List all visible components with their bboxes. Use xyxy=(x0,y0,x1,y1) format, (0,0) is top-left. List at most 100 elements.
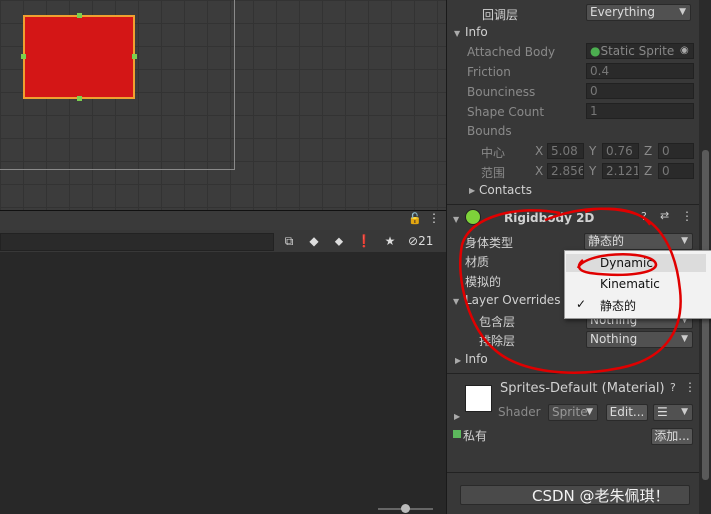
center-z-label: Z xyxy=(644,144,653,158)
component-divider xyxy=(447,472,699,473)
help-icon[interactable]: ? xyxy=(641,210,647,223)
material-title: Sprites-Default (Material) xyxy=(500,381,665,396)
center-y-label: Y xyxy=(589,144,597,158)
resize-handle-bottom[interactable] xyxy=(77,96,82,101)
extent-y-label: Y xyxy=(589,164,597,178)
chevron-down-icon: ▼ xyxy=(681,334,688,344)
checkbox-private[interactable] xyxy=(453,430,461,438)
object-picker-icon[interactable]: ◉ xyxy=(680,45,689,56)
layer-overrides-header[interactable]: Layer Overrides xyxy=(465,293,560,307)
body-type-dropdown[interactable]: 静态的 ▼ xyxy=(584,233,693,250)
friction-field: 0.4 xyxy=(586,63,694,79)
foldout-expanded-icon[interactable]: ▼ xyxy=(453,215,459,224)
center-x-label: X xyxy=(535,144,544,158)
help-icon[interactable]: ? xyxy=(670,381,676,394)
popup-item-kinematic[interactable]: Kinematic xyxy=(600,277,660,291)
kebab-menu-icon[interactable]: ⋮ xyxy=(428,211,440,225)
favorite-star-icon[interactable]: ★ xyxy=(381,232,399,250)
checkmark-icon: ✓ xyxy=(576,297,587,311)
search-filter-icon[interactable]: ⧉ xyxy=(280,232,298,250)
callback-layers-value: Everything xyxy=(590,5,655,19)
search-input[interactable] xyxy=(0,233,274,251)
foldout-collapsed-icon[interactable]: ▶ xyxy=(454,412,460,421)
camera-bound-horizontal xyxy=(0,169,234,170)
friction-label: Friction xyxy=(467,65,511,79)
center-z-field: 0 xyxy=(658,143,694,159)
foldout-expanded-icon[interactable]: ▼ xyxy=(453,297,459,306)
warning-icon[interactable]: ❗ xyxy=(355,232,373,250)
camera-bound-vertical xyxy=(234,0,235,170)
foldout-collapsed-icon[interactable]: ▶ xyxy=(469,186,475,195)
chevron-down-icon: ▼ xyxy=(586,407,593,417)
shader-options-dropdown[interactable]: ☰ ▼ xyxy=(653,404,693,421)
rigidbody-icon: ● xyxy=(590,44,601,58)
extent-z-label: Z xyxy=(644,164,653,178)
type-filter-icon[interactable]: ◆ xyxy=(305,232,323,250)
contacts-foldout[interactable]: Contacts xyxy=(479,183,532,197)
include-layers-label: 包含层 xyxy=(479,315,516,329)
callback-layers-dropdown[interactable]: Everything ▼ xyxy=(586,4,691,21)
label-filter-icon[interactable]: ⬥ xyxy=(330,232,348,250)
popup-item-dynamic[interactable]: Dynamic xyxy=(600,256,653,270)
shape-count-field: 1 xyxy=(586,103,694,119)
shape-count-label: Shape Count xyxy=(467,105,545,119)
simulated-label: 模拟的 xyxy=(465,275,502,289)
extent-x-label: X xyxy=(535,164,544,178)
material-preview-thumbnail xyxy=(465,385,492,412)
info-header[interactable]: Info xyxy=(465,25,488,39)
bounds-label: Bounds xyxy=(467,124,512,138)
edit-shader-button[interactable]: Edit... xyxy=(606,404,648,421)
foldout-expanded-icon[interactable]: ▼ xyxy=(454,29,460,38)
chevron-down-icon: ▼ xyxy=(681,407,688,417)
zoom-slider-knob[interactable] xyxy=(401,504,410,513)
component-divider xyxy=(447,204,699,205)
hidden-count-badge[interactable]: ⊘21 xyxy=(408,232,433,250)
center-y-field: 0.76 xyxy=(602,143,639,159)
watermark-text: CSDN @老朱佩琪！ xyxy=(532,487,670,505)
shader-dropdown[interactable]: Sprite ▼ xyxy=(548,404,598,421)
body-type-label: 身体类型 xyxy=(465,236,514,250)
bounds-extent-label: 范围 xyxy=(481,166,506,180)
extent-y-field: 2.121 xyxy=(602,163,639,179)
component-menu-icon[interactable]: ⋮ xyxy=(684,380,696,394)
eye-hidden-icon: ⊘ xyxy=(408,234,419,248)
add-button[interactable]: 添加... xyxy=(651,428,693,445)
shader-value: Sprite xyxy=(552,405,588,419)
lock-icon[interactable]: 🔓 xyxy=(408,212,422,225)
attached-body-value: Static Sprite xyxy=(600,44,675,58)
preset-icon[interactable]: ⇄ xyxy=(660,209,669,222)
resize-handle-left[interactable] xyxy=(21,54,26,59)
extent-z-field: 0 xyxy=(658,163,694,179)
popup-item-static[interactable]: 静态的 xyxy=(600,297,636,314)
bounciness-field: 0 xyxy=(586,83,694,99)
resize-handle-right[interactable] xyxy=(132,54,137,59)
chevron-down-icon: ▼ xyxy=(679,7,686,17)
info-foldout-2[interactable]: Info xyxy=(465,352,488,366)
resize-handle-top[interactable] xyxy=(77,13,82,18)
body-type-value: 静态的 xyxy=(588,234,625,248)
component-menu-icon[interactable]: ⋮ xyxy=(681,209,693,223)
bounciness-label: Bounciness xyxy=(467,85,536,99)
private-label: 私有 xyxy=(463,429,488,443)
attached-body-label: Attached Body xyxy=(467,45,556,59)
chevron-down-icon: ▼ xyxy=(681,236,688,246)
shader-label: Shader xyxy=(498,405,541,419)
material-label: 材质 xyxy=(465,255,490,269)
exclude-layers-dropdown[interactable]: Nothing ▼ xyxy=(586,331,693,348)
hidden-count: 21 xyxy=(418,234,434,248)
extent-x-field: 2.856 xyxy=(547,163,584,179)
project-content-area[interactable] xyxy=(0,252,446,514)
rigidbody2d-icon xyxy=(465,209,481,225)
callback-layers-label: 回调层 xyxy=(482,8,519,22)
foldout-collapsed-icon[interactable]: ▶ xyxy=(455,356,461,365)
selected-sprite[interactable] xyxy=(23,15,135,99)
list-icon: ☰ xyxy=(657,405,668,419)
exclude-layers-label: 排除层 xyxy=(479,334,516,348)
component-divider xyxy=(447,373,699,374)
exclude-layers-value: Nothing xyxy=(590,332,638,346)
project-panel-header xyxy=(0,210,446,231)
center-x-field: 5.08 xyxy=(547,143,584,159)
bounds-center-label: 中心 xyxy=(481,146,506,160)
rigidbody2d-title: Rigidbody 2D xyxy=(504,211,595,225)
attached-body-field: ●Static Sprite xyxy=(586,43,694,59)
